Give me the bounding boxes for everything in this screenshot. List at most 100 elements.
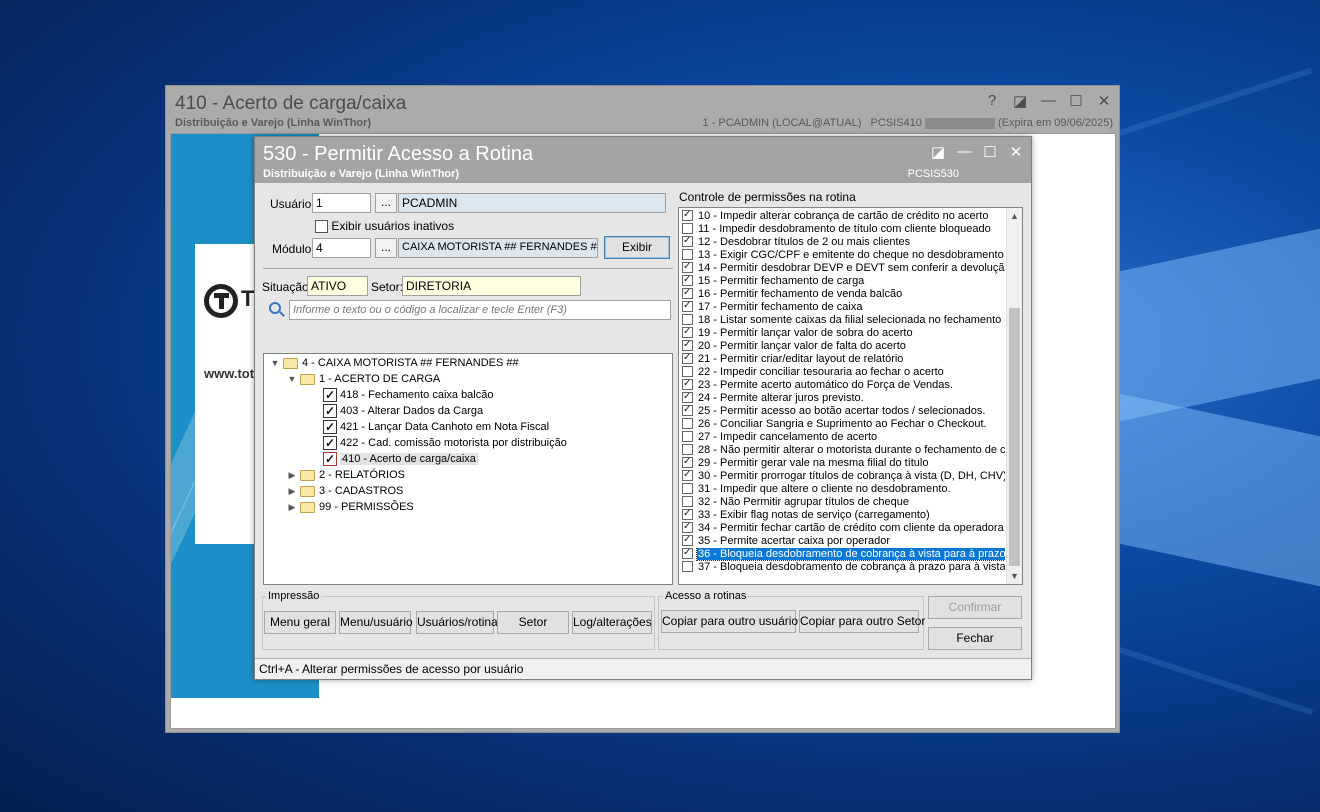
permission-item[interactable]: 18 - Listar somente caixas da filial sel… xyxy=(682,314,1005,327)
permission-checkbox[interactable] xyxy=(682,405,693,416)
permission-item[interactable]: 20 - Permitir lançar valor de falta do a… xyxy=(682,340,1005,353)
menu-usuario-button[interactable]: Menu/usuário xyxy=(339,611,413,634)
restore-icon[interactable]: ◪ xyxy=(1013,92,1027,110)
permission-checkbox[interactable] xyxy=(682,327,693,338)
permission-checkbox[interactable] xyxy=(682,509,693,520)
permission-item[interactable]: 12 - Desdobrar títulos de 2 ou mais clie… xyxy=(682,236,1005,249)
permission-item[interactable]: 34 - Permitir fechar cartão de crédito c… xyxy=(682,522,1005,535)
tree-item-checkbox[interactable] xyxy=(323,419,337,435)
close-icon[interactable]: ✕ xyxy=(1097,92,1111,110)
chevron-up-icon[interactable]: ▲ xyxy=(1007,208,1022,224)
permission-checkbox[interactable] xyxy=(682,522,693,533)
tree-group-node[interactable]: ▶ 2 - RELATÓRIOS xyxy=(286,467,405,483)
permission-item[interactable]: 31 - Impedir que altere o cliente no des… xyxy=(682,483,1005,496)
permission-checkbox[interactable] xyxy=(682,418,693,429)
tree-item[interactable]: 418 - Fechamento caixa balcão xyxy=(323,387,493,403)
tree-group-node[interactable]: ▼ 1 - ACERTO DE CARGA xyxy=(286,371,441,387)
modulo-code-input[interactable]: 4 xyxy=(312,238,371,258)
tree-group-node[interactable]: ▶ 3 - CADASTROS xyxy=(286,483,404,499)
tree-item-checkbox[interactable] xyxy=(323,451,337,467)
permission-item[interactable]: 37 - Bloqueia desdobramento de cobrança … xyxy=(682,561,1005,574)
permission-item[interactable]: 29 - Permitir gerar vale na mesma filial… xyxy=(682,457,1005,470)
search-input[interactable]: Informe o texto ou o código a localizar … xyxy=(289,300,671,320)
permission-item[interactable]: 24 - Permite alterar juros previsto. xyxy=(682,392,1005,405)
permission-checkbox[interactable] xyxy=(682,392,693,403)
maximize-icon[interactable]: ☐ xyxy=(1069,92,1083,110)
permission-checkbox[interactable] xyxy=(682,535,693,546)
minimize-icon[interactable]: — xyxy=(1041,92,1056,110)
permission-item[interactable]: 32 - Não Permitir agrupar títulos de che… xyxy=(682,496,1005,509)
permission-item[interactable]: 33 - Exibir flag notas de serviço (carre… xyxy=(682,509,1005,522)
permission-checkbox[interactable] xyxy=(682,366,693,377)
dialog-titlebar[interactable]: 530 - Permitir Acesso a Rotina Distribui… xyxy=(255,137,1031,183)
permission-checkbox[interactable] xyxy=(682,353,693,364)
exibir-button[interactable]: Exibir xyxy=(604,236,670,259)
permission-item[interactable]: 19 - Permitir lançar valor de sobra do a… xyxy=(682,327,1005,340)
tree-root-node[interactable]: ▼ 4 - CAIXA MOTORISTA ## FERNANDES ## xyxy=(269,355,519,371)
permission-item[interactable]: 15 - Permitir fechamento de carga xyxy=(682,275,1005,288)
permission-item[interactable]: 26 - Conciliar Sangria e Suprimento ao F… xyxy=(682,418,1005,431)
permission-checkbox[interactable] xyxy=(682,548,693,559)
permission-checkbox[interactable] xyxy=(682,236,693,247)
permission-item[interactable]: 21 - Permitir criar/editar layout de rel… xyxy=(682,353,1005,366)
chevron-right-icon[interactable]: ▶ xyxy=(286,499,298,515)
permission-checkbox[interactable] xyxy=(682,561,693,572)
module-tree[interactable]: ▼ 4 - CAIXA MOTORISTA ## FERNANDES ## ▼ 1 … xyxy=(263,353,673,585)
permission-checkbox[interactable] xyxy=(682,431,693,442)
modulo-lookup-button[interactable]: ... xyxy=(375,238,397,258)
chevron-down-icon[interactable]: ▼ xyxy=(269,355,281,371)
help-icon[interactable]: ? xyxy=(985,92,999,110)
chevron-right-icon[interactable]: ▶ xyxy=(286,467,298,483)
permission-item[interactable]: 36 - Bloqueia desdobramento de cobrança … xyxy=(682,548,1005,561)
permission-item[interactable]: 11 - Impedir desdobramento de título com… xyxy=(682,223,1005,236)
maximize-icon[interactable]: ☐ xyxy=(983,143,997,161)
permission-checkbox[interactable] xyxy=(682,444,693,455)
log-alteracoes-button[interactable]: Log/alterações xyxy=(572,611,652,634)
copiar-usuario-button[interactable]: Copiar para outro usuário xyxy=(661,610,798,633)
exibir-inativos-check[interactable] xyxy=(315,220,328,234)
tree-item[interactable]: 421 - Lançar Data Canhoto em Nota Fiscal xyxy=(323,419,549,435)
tree-item-checkbox[interactable] xyxy=(323,435,337,451)
setor-button[interactable]: Setor xyxy=(497,611,569,634)
permission-checkbox[interactable] xyxy=(682,275,693,286)
permission-item[interactable]: 35 - Permite acertar caixa por operador xyxy=(682,535,1005,548)
permission-item[interactable]: 16 - Permitir fechamento de venda balcão xyxy=(682,288,1005,301)
close-icon[interactable]: ✕ xyxy=(1009,143,1023,161)
tree-item[interactable]: 403 - Alterar Dados da Carga xyxy=(323,403,483,419)
confirmar-button[interactable]: Confirmar xyxy=(928,596,1022,619)
permission-checkbox[interactable] xyxy=(682,288,693,299)
minimize-icon[interactable]: — xyxy=(957,143,972,161)
chevron-down-icon[interactable]: ▼ xyxy=(1007,568,1022,584)
permission-checkbox[interactable] xyxy=(682,301,693,312)
permission-item[interactable]: 10 - Impedir alterar cobrança de cartão … xyxy=(682,210,1005,223)
permission-checkbox[interactable] xyxy=(682,496,693,507)
tree-item[interactable]: 422 - Cad. comissão motorista por distri… xyxy=(323,435,567,451)
usuario-code-input[interactable]: 1 xyxy=(312,193,371,213)
permission-item[interactable]: 22 - Impedir conciliar tesouraria ao fec… xyxy=(682,366,1005,379)
permission-checkbox[interactable] xyxy=(682,457,693,468)
permission-checkbox[interactable] xyxy=(682,340,693,351)
permission-checkbox[interactable] xyxy=(682,262,693,273)
permission-item[interactable]: 14 - Permitir desdobrar DEVP e DEVT sem … xyxy=(682,262,1005,275)
permission-item[interactable]: 28 - Não permitir alterar o motorista du… xyxy=(682,444,1005,457)
chevron-down-icon[interactable]: ▼ xyxy=(286,371,298,387)
permission-checkbox[interactable] xyxy=(682,470,693,481)
permission-checkbox[interactable] xyxy=(682,223,693,234)
fechar-button[interactable]: Fechar xyxy=(928,627,1022,650)
permission-checkbox[interactable] xyxy=(682,210,693,221)
permissions-list[interactable]: 10 - Impedir alterar cobrança de cartão … xyxy=(678,207,1023,585)
tree-item-checkbox[interactable] xyxy=(323,387,337,403)
permission-item[interactable]: 17 - Permitir fechamento de caixa xyxy=(682,301,1005,314)
permission-checkbox[interactable] xyxy=(682,379,693,390)
menu-geral-button[interactable]: Menu geral xyxy=(264,611,336,634)
tree-item-selected[interactable]: 410 - Acerto de carga/caixa xyxy=(323,451,478,467)
permission-item[interactable]: 25 - Permitir acesso ao botão acertar to… xyxy=(682,405,1005,418)
permissions-scrollbar[interactable]: ▲ ▼ xyxy=(1006,208,1022,584)
permission-item[interactable]: 30 - Permitir prorrogar títulos de cobra… xyxy=(682,470,1005,483)
permission-checkbox[interactable] xyxy=(682,314,693,325)
chevron-right-icon[interactable]: ▶ xyxy=(286,483,298,499)
tree-item-checkbox[interactable] xyxy=(323,403,337,419)
exibir-inativos-checkbox[interactable]: Exibir usuários inativos xyxy=(315,219,454,234)
tree-group-node[interactable]: ▶ 99 - PERMISSÕES xyxy=(286,499,414,515)
permission-checkbox[interactable] xyxy=(682,483,693,494)
